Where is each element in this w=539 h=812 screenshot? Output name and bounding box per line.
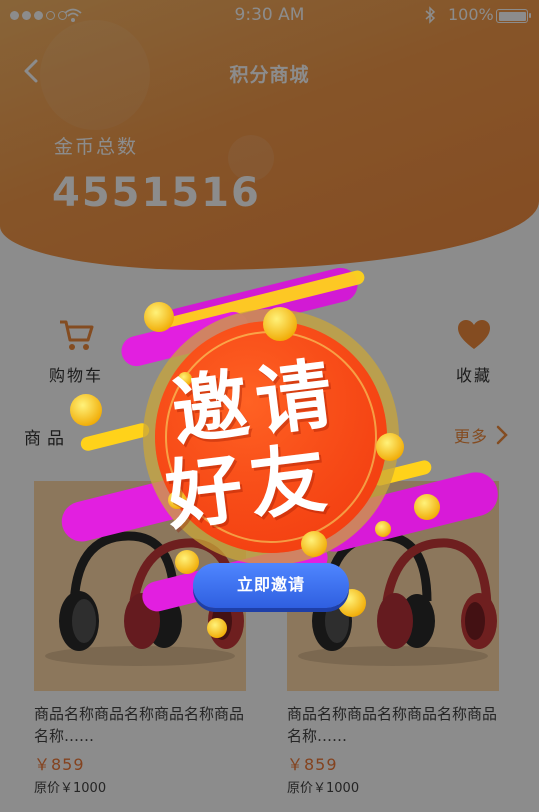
invite-now-button[interactable]: 立即邀请 (193, 563, 349, 608)
invite-friends-popup: 邀请 好友 立即邀请 (60, 262, 500, 642)
